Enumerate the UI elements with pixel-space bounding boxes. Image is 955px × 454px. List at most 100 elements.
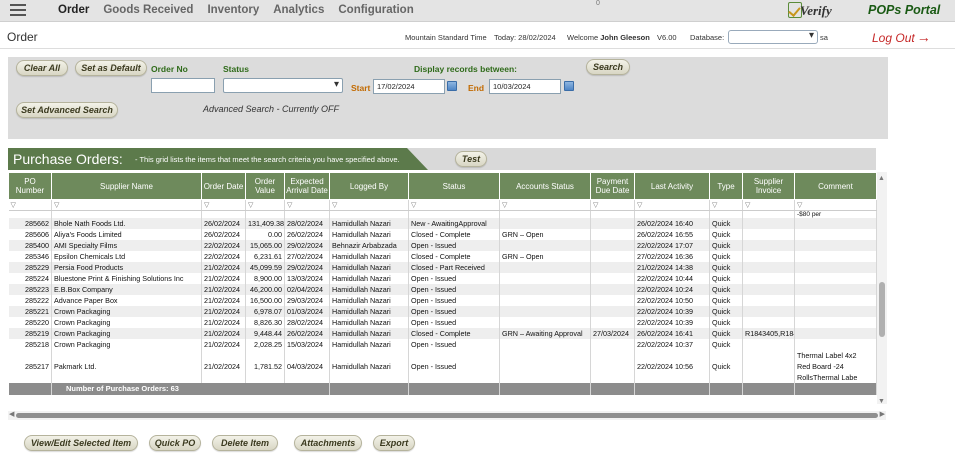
nav-item-analytics[interactable]: Analytics — [273, 4, 324, 16]
table-cell: 21/02/2024 — [201, 349, 246, 383]
table-row[interactable]: 285662 Bhole Nath Foods Ltd. 26/02/2024 131… — [8, 217, 877, 229]
scroll-up-icon[interactable]: ▲ — [878, 175, 885, 182]
user-name: John Gleeson — [600, 33, 650, 42]
scroll-down-icon[interactable]: ▼ — [878, 398, 885, 405]
set-default-button[interactable]: Set as Default — [75, 60, 147, 76]
table-cell — [794, 239, 877, 251]
delete-item-button[interactable]: Delete Item — [212, 435, 278, 451]
table-row[interactable]: 285224 Bluestone Print & Finishing Soluti… — [8, 272, 877, 284]
view-edit-button[interactable]: View/Edit Selected Item — [24, 435, 138, 451]
clear-all-button[interactable]: Clear All — [16, 60, 68, 76]
table-row[interactable]: 285221 Crown Packaging 21/02/2024 6,978.07 0… — [8, 305, 877, 317]
table-body: ▽ ▽ ▽ ▽ ▽ ▽ ▽ ▽ ▽ ▽ ▽ ▽ ▽ -$80 per 285662 Bhole Nath Fo… — [8, 199, 877, 395]
table-cell: Quick — [709, 294, 743, 306]
table-row[interactable]: 285218 Crown Packaging 21/02/2024 2,028.25 1… — [8, 338, 877, 350]
nav-item-inventory[interactable]: Inventory — [207, 4, 259, 16]
filter-icon[interactable]: ▽ — [284, 199, 330, 211]
filter-icon[interactable]: ▽ — [590, 199, 635, 211]
table-cell — [590, 228, 635, 240]
status-select[interactable] — [223, 78, 343, 93]
column-header[interactable]: PO Number — [8, 172, 52, 200]
table-row[interactable]: 285222 Advance Paper Box 21/02/2024 16,500.… — [8, 294, 877, 306]
vertical-scrollbar[interactable]: ▲ ▼ — [877, 172, 887, 405]
quick-po-button[interactable]: Quick PO — [149, 435, 201, 451]
filter-icon[interactable]: ▽ — [408, 199, 500, 211]
column-header[interactable]: Type — [709, 172, 743, 200]
column-header[interactable]: Expected Arrival Date — [284, 172, 330, 200]
filter-icon[interactable]: ▽ — [51, 199, 202, 211]
scroll-thumb[interactable] — [879, 282, 885, 337]
table-cell: -$80 per — [794, 210, 877, 218]
table-cell — [794, 305, 877, 317]
table-cell: Hamidullah Nazari — [329, 305, 409, 317]
table-cell — [742, 349, 795, 383]
advanced-search-button[interactable]: Set Advanced Search — [16, 102, 118, 118]
end-date-input[interactable] — [489, 79, 561, 94]
verify-logo: Verify — [788, 2, 840, 20]
column-header[interactable]: Accounts Status — [499, 172, 591, 200]
table-cell: Quick — [709, 272, 743, 284]
table-row[interactable]: 285223 E.B.Box Company 21/02/2024 46,200.00… — [8, 283, 877, 295]
table-row[interactable]: 285400 AMI Specialty Films 22/02/2024 15,06… — [8, 239, 877, 251]
nav-item-configuration[interactable]: Configuration — [338, 4, 413, 16]
logout-link[interactable]: Log Out → — [872, 29, 931, 45]
filter-icon[interactable]: ▽ — [201, 199, 246, 211]
filter-icon[interactable]: ▽ — [245, 199, 285, 211]
table-row[interactable]: 285346 Epsilon Chemicals Ltd 22/02/2024 6,2… — [8, 250, 877, 262]
scroll-left-icon[interactable]: ◀ — [9, 410, 14, 418]
table-row[interactable]: 285606 Aliya's Foods Limited 26/02/2024 0.0… — [8, 228, 877, 240]
column-header[interactable]: Status — [408, 172, 500, 200]
table-cell: Quick — [709, 327, 743, 339]
table-cell: 26/02/2024 16:40 — [634, 217, 710, 229]
logout-label: Log Out — [872, 31, 915, 45]
attachments-button[interactable]: Attachments — [294, 435, 362, 451]
filter-icon[interactable]: ▽ — [329, 199, 409, 211]
filter-icon[interactable]: ▽ — [634, 199, 710, 211]
table-cell: 21/02/2024 — [201, 327, 246, 339]
filter-icon[interactable]: ▽ — [794, 199, 877, 211]
database-select[interactable] — [728, 30, 818, 44]
filter-icon[interactable]: ▽ — [709, 199, 743, 211]
export-button[interactable]: Export — [373, 435, 415, 451]
horizontal-scrollbar[interactable]: ◀ ▶ — [8, 411, 886, 420]
table-cell: 22/02/2024 10:56 — [634, 349, 710, 383]
table-cell: Open - Issued — [408, 272, 500, 284]
calendar-icon[interactable] — [564, 81, 574, 91]
column-header[interactable]: Payment Due Date — [590, 172, 635, 200]
column-header[interactable]: Supplier Invoice — [742, 172, 795, 200]
table-row[interactable]: 285219 Crown Packaging 21/02/2024 9,448.44 2… — [8, 327, 877, 339]
start-date-input[interactable] — [373, 79, 445, 94]
nav-item-goods-received[interactable]: Goods Received — [103, 4, 193, 16]
column-header[interactable]: Order Value — [245, 172, 285, 200]
display-between-label: Display records between: — [414, 64, 517, 74]
column-header[interactable]: Comment — [794, 172, 877, 200]
table-cell: Crown Packaging — [51, 338, 202, 350]
table-row[interactable]: 285220 Crown Packaging 21/02/2024 8,826.30 2… — [8, 316, 877, 328]
calendar-icon[interactable] — [447, 81, 457, 91]
nav-item-order[interactable]: Order — [58, 4, 89, 16]
test-button[interactable]: Test — [455, 151, 487, 167]
menu-icon[interactable] — [10, 4, 26, 18]
table-cell — [408, 210, 500, 218]
scroll-thumb-horizontal[interactable] — [16, 413, 878, 418]
filter-icon[interactable]: ▽ — [8, 199, 52, 211]
scroll-right-icon[interactable]: ▶ — [880, 410, 885, 418]
column-header[interactable]: Order Date — [201, 172, 246, 200]
table-cell: Quick — [709, 283, 743, 295]
table-row[interactable]: 285217 Pakmark Ltd. 21/02/2024 1,781.52 04/0… — [8, 349, 877, 383]
table-row[interactable]: 285229 Persia Food Products 21/02/2024 45,0… — [8, 261, 877, 273]
table-cell: 21/02/2024 14:38 — [634, 261, 710, 273]
table-row[interactable]: -$80 per — [8, 210, 877, 218]
column-header[interactable]: Logged By — [329, 172, 409, 200]
table-cell — [499, 239, 591, 251]
table-cell: 285400 — [8, 239, 52, 251]
order-no-input[interactable] — [151, 78, 215, 93]
main-nav: Order Goods Received Inventory Analytics… — [58, 4, 414, 16]
table-cell: GRN – Open — [499, 250, 591, 262]
column-header[interactable]: Supplier Name — [51, 172, 202, 200]
summary-row: Number of Purchase Orders: 63 — [8, 382, 877, 395]
filter-icon[interactable]: ▽ — [742, 199, 795, 211]
search-button[interactable]: Search — [586, 59, 630, 75]
column-header[interactable]: Last Activity — [634, 172, 710, 200]
filter-icon[interactable]: ▽ — [499, 199, 591, 211]
